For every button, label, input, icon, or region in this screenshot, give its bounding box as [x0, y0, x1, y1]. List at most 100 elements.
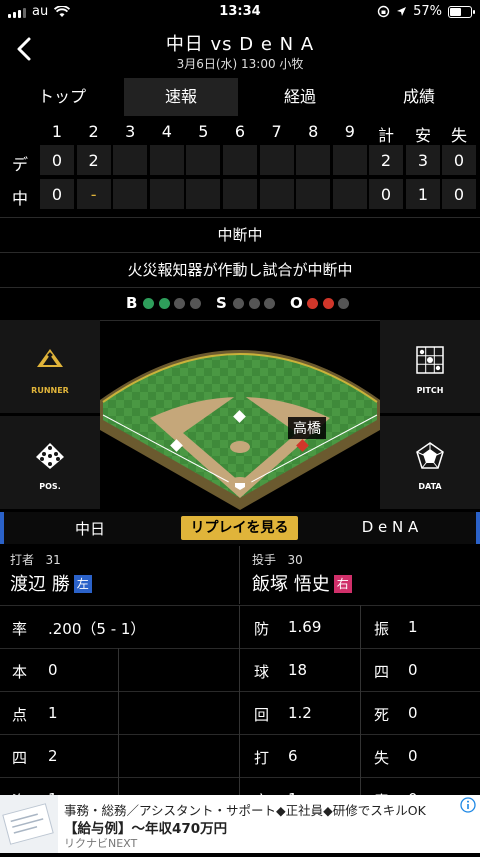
battery-icon	[448, 5, 475, 18]
ad-image	[0, 795, 58, 853]
count-dot	[233, 298, 244, 309]
away-team: D e N A	[361, 518, 419, 536]
count-dot	[143, 298, 154, 309]
pitcher-number: 30	[287, 553, 303, 567]
ad-banner[interactable]: 事務・総務／アシスタント・サポート◆正社員◆研修でスキルOK 【給与例】～年収4…	[0, 795, 480, 853]
pitcher-name: 飯塚 悟史	[252, 574, 330, 595]
runner-button[interactable]: RUNNER	[0, 320, 100, 413]
pitcher-stat-row: 失0	[362, 735, 480, 777]
stat-label: 振	[374, 620, 390, 638]
stat-value: 1	[48, 704, 58, 722]
pitch-button[interactable]: PITCH	[380, 320, 480, 413]
count-dot	[322, 298, 334, 309]
field-area: RUNNER POS. PITCH DATA 高橋	[0, 320, 480, 510]
batter-number: 31	[45, 553, 61, 567]
inning-score: 2	[88, 151, 99, 170]
game-date: 3月6日(水) 13:00 小牧	[176, 57, 304, 71]
total-cell: 1	[406, 179, 440, 209]
stat-label: 打	[254, 749, 270, 767]
game-title: 中日 vs D e N A	[165, 34, 315, 55]
inning-cell: 0	[40, 145, 74, 175]
stat-label: 点	[12, 706, 28, 724]
stat-value: 1.2	[288, 704, 312, 722]
total-header: 安	[414, 126, 431, 145]
count-dot	[174, 298, 185, 309]
inning-cell	[149, 145, 184, 175]
inning-cell	[296, 179, 331, 209]
pitcher-card[interactable]: 投手 30 飯塚 悟史右	[242, 546, 480, 604]
positions-button[interactable]: POS.	[0, 416, 100, 509]
inning-header: 9	[344, 122, 355, 141]
count-dot	[248, 298, 260, 309]
teams-bar: 中日 リプレイを見る D e N A	[0, 512, 480, 544]
stat-value: .200（5 - 1）	[48, 620, 146, 638]
count-dot	[158, 298, 170, 309]
data-button[interactable]: DATA	[380, 416, 480, 509]
battery-percent: 57%	[413, 4, 442, 19]
inning-cell	[113, 179, 148, 209]
data-pentagon-icon	[416, 442, 444, 469]
batter-stat-row: 四2	[0, 735, 238, 777]
inning-cell	[259, 179, 294, 209]
count-label: B	[126, 294, 138, 312]
inning-cell	[259, 145, 294, 175]
inning-header: 4	[161, 122, 172, 141]
replay-button[interactable]: リプレイを見る	[181, 516, 298, 540]
home-team: 中日	[74, 520, 105, 538]
count-dot	[307, 298, 318, 309]
stat-value: 1.69	[288, 618, 322, 636]
count-dot	[338, 298, 349, 309]
stat-label: 回	[254, 706, 270, 724]
tab-results[interactable]: 成績	[362, 78, 476, 116]
total-cell: 0	[442, 179, 476, 209]
total-value: 3	[417, 151, 429, 170]
count-label: S	[216, 294, 227, 312]
rotation-lock-icon	[377, 5, 390, 18]
count-dot	[189, 298, 201, 309]
stat-label: 失	[374, 749, 390, 767]
pitcher-stat-row: 振1	[362, 606, 480, 648]
stat-value: 6	[288, 747, 298, 765]
team-abbr: デ	[11, 155, 28, 174]
stat-label: 四	[12, 749, 28, 767]
inning-score: -	[90, 185, 97, 204]
stat-value: 2	[48, 747, 58, 765]
total-value: 2	[380, 151, 392, 170]
batter-card[interactable]: 打者 31 渡辺 勝左	[0, 546, 238, 604]
fielder-label: 高橋	[293, 420, 321, 437]
game-message: 火災報知器が作動し試合が中断中	[127, 261, 353, 279]
tab-bar: トップ 速報 経過 成績	[0, 78, 480, 116]
tab-top[interactable]: トップ	[5, 78, 119, 116]
tab-progress[interactable]: 経過	[243, 78, 357, 116]
stat-label: 四	[374, 663, 390, 681]
inning-cell	[186, 145, 221, 175]
inning-header: 8	[308, 122, 319, 141]
pitcher-stat-row: 防 1.69	[242, 606, 360, 648]
count-dot	[264, 298, 275, 309]
stat-value: 0	[408, 704, 418, 722]
pitcher-stat-row: 四0	[362, 649, 480, 691]
batter-hand-badge: 左	[73, 575, 92, 593]
total-value: 0	[453, 185, 465, 204]
pitcher-hand-badge: 右	[333, 575, 352, 593]
inning-cell	[223, 145, 257, 175]
stat-label: 死	[374, 706, 390, 724]
positions-icon	[36, 443, 64, 469]
inning-cell: 0	[40, 179, 74, 209]
data-label: DATA	[418, 482, 442, 491]
total-cell: 2	[369, 145, 403, 175]
runner-diamond-icon	[37, 349, 63, 367]
inning-cell	[186, 179, 221, 209]
tab-live[interactable]: 速報	[124, 78, 238, 116]
inning-header: 1	[51, 122, 63, 141]
ad-info-icon[interactable]	[460, 797, 476, 813]
inning-score: 0	[51, 151, 63, 170]
batter-name: 渡辺 勝	[10, 574, 70, 595]
total-cell: 0	[442, 145, 476, 175]
game-header: 中日 vs D e N A 3月6日(水) 13:00 小牧	[0, 24, 480, 78]
total-cell: 3	[406, 145, 440, 175]
ad-salary: 【給与例】～年収470万円	[64, 821, 228, 837]
stat-label: 球	[254, 663, 270, 681]
inning-header: 2	[88, 122, 99, 141]
inning-cell: 2	[76, 145, 111, 175]
